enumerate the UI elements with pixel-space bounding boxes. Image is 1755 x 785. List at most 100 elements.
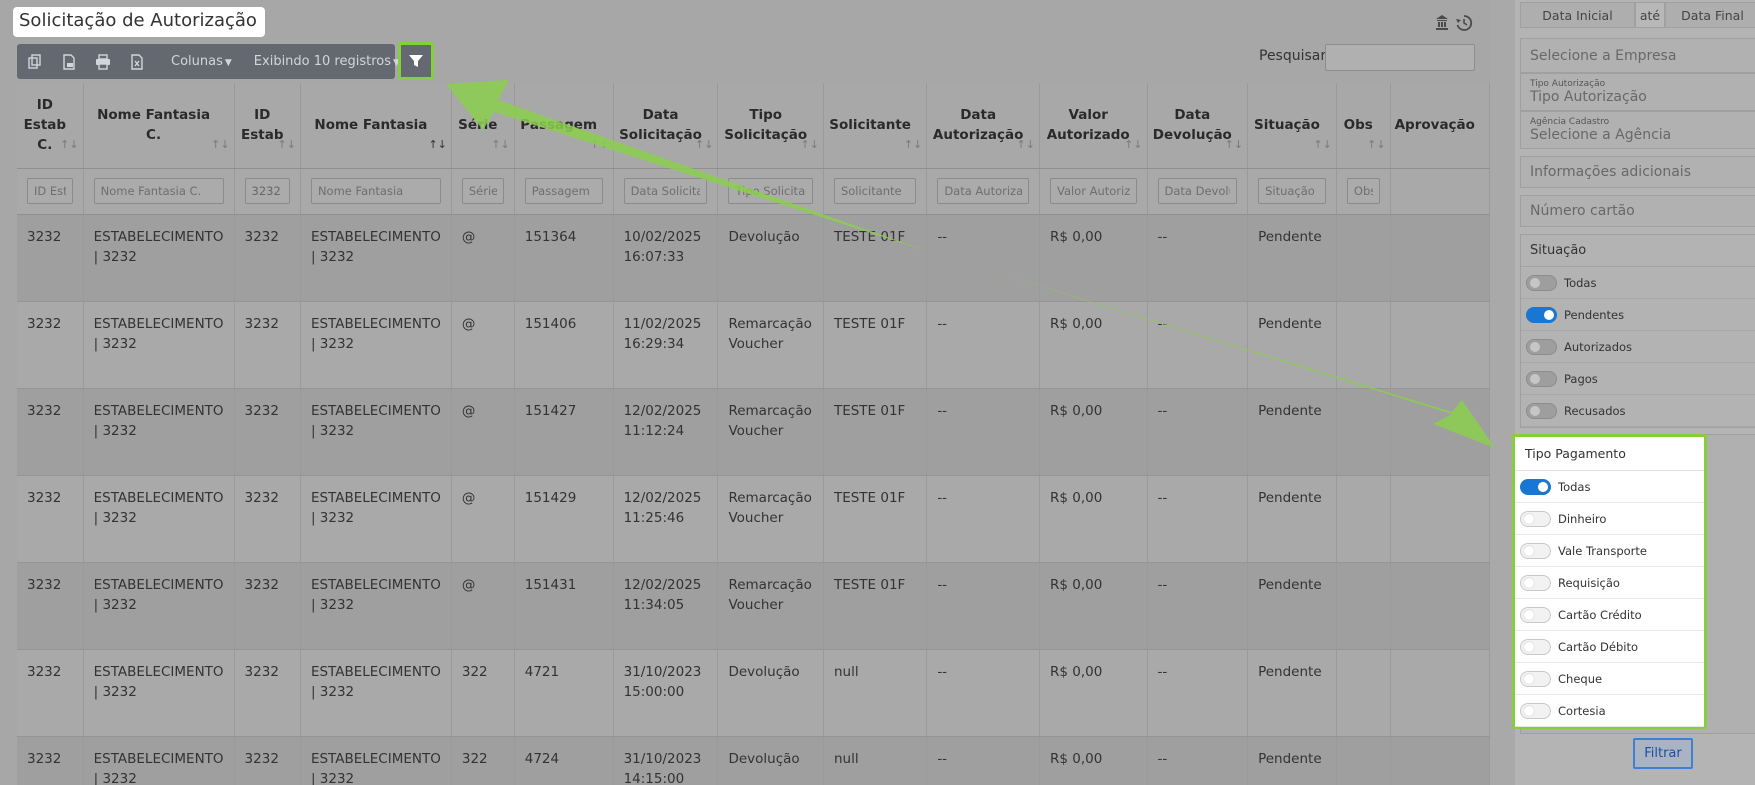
date-start-field[interactable]: Data Inicial xyxy=(1520,2,1635,28)
toggle-label: Cartão Crédito xyxy=(1558,607,1642,622)
sort-icon[interactable]: ↑↓ xyxy=(1017,135,1035,155)
table-row[interactable]: 3232 ESTABELECIMENTO | 3232 3232 ESTABELECI… xyxy=(17,301,1490,389)
toggle-switch[interactable] xyxy=(1520,478,1551,495)
search-input[interactable] xyxy=(1325,44,1475,71)
sort-icon[interactable]: ↑↓ xyxy=(695,135,713,155)
toggle-switch[interactable] xyxy=(1526,274,1557,291)
column-header[interactable]: ID Estab ↑↓ xyxy=(234,83,301,169)
sort-icon[interactable]: ↑↓ xyxy=(590,135,608,155)
records-dropdown[interactable]: Exibindo 10 registros ▼ xyxy=(254,54,400,69)
column-header[interactable]: Nome Fantasia C. ↑↓ xyxy=(83,83,235,169)
column-header[interactable]: ID Estab C. ↑↓ xyxy=(17,83,84,169)
toggle-switch[interactable] xyxy=(1526,370,1557,387)
column-filter-input[interactable] xyxy=(310,178,441,204)
toggle-option[interactable]: Cartão Débito xyxy=(1515,631,1704,663)
column-header[interactable]: Obs ↑↓ xyxy=(1336,83,1391,169)
columns-dropdown[interactable]: Colunas ▼ xyxy=(171,54,232,69)
column-header[interactable]: Tipo Solicitação ↑↓ xyxy=(717,83,824,169)
date-end-field[interactable]: Data Final xyxy=(1665,2,1755,28)
sort-icon[interactable]: ↑↓ xyxy=(491,135,509,155)
history-icon[interactable] xyxy=(1455,14,1473,32)
toggle-option[interactable]: Autorizados xyxy=(1521,331,1755,363)
toggle-switch[interactable] xyxy=(1520,510,1551,527)
column-filter-input[interactable] xyxy=(27,178,73,204)
toggle-option[interactable]: Todas xyxy=(1521,267,1755,299)
filtrar-button[interactable]: Filtrar xyxy=(1633,738,1693,769)
table-row[interactable]: 3232 ESTABELECIMENTO | 3232 3232 ESTABELECI… xyxy=(17,562,1490,650)
table-row[interactable]: 3232 ESTABELECIMENTO | 3232 3232 ESTABELECI… xyxy=(17,649,1490,737)
column-filter-input[interactable] xyxy=(93,178,224,204)
toggle-option[interactable]: Pendentes xyxy=(1521,299,1755,331)
toggle-option[interactable]: Cheque xyxy=(1515,663,1704,695)
sort-icon[interactable]: ↑↓ xyxy=(60,135,78,155)
table-row[interactable]: 3232 ESTABELECIMENTO | 3232 3232 ESTABELECI… xyxy=(17,736,1490,785)
sort-icon[interactable]: ↑↓ xyxy=(1367,135,1385,155)
tipo-autorizacao-label: Tipo Autorização xyxy=(1530,79,1606,89)
column-header[interactable]: Aprovação xyxy=(1390,83,1490,169)
column-filter-input[interactable] xyxy=(1157,178,1238,204)
toggle-switch[interactable] xyxy=(1520,606,1551,623)
agencia-select[interactable]: Agência Cadastro Selecione a Agência xyxy=(1520,111,1755,149)
column-filter-input[interactable] xyxy=(1346,178,1380,204)
column-filter-input[interactable] xyxy=(623,178,708,204)
toggle-option[interactable]: Pagos xyxy=(1521,363,1755,395)
toggle-option[interactable]: Requisição xyxy=(1515,567,1704,599)
toggle-switch[interactable] xyxy=(1520,670,1551,687)
toggle-option[interactable]: Cortesia xyxy=(1515,695,1704,727)
table-cell: R$ 0,00 xyxy=(1039,301,1148,389)
toggle-option[interactable]: Recusados xyxy=(1521,395,1755,427)
print-icon[interactable] xyxy=(95,53,111,70)
sort-icon[interactable]: ↑↓ xyxy=(1124,135,1142,155)
column-filter-input[interactable] xyxy=(244,178,290,204)
column-header[interactable]: Nome Fantasia ↑↓ xyxy=(300,83,452,169)
toggle-switch[interactable] xyxy=(1520,574,1551,591)
column-filter-cell xyxy=(234,168,301,215)
sort-icon[interactable]: ↑↓ xyxy=(278,135,296,155)
column-filter-input[interactable] xyxy=(833,178,917,204)
toggle-switch[interactable] xyxy=(1526,338,1557,355)
sort-icon[interactable]: ↑↓ xyxy=(1313,135,1331,155)
monument-icon[interactable] xyxy=(1433,14,1451,32)
toggle-switch[interactable] xyxy=(1520,702,1551,719)
excel-export-icon[interactable] xyxy=(129,53,145,70)
column-header[interactable]: Situação ↑↓ xyxy=(1247,83,1337,169)
column-header[interactable]: Data Solicitação ↑↓ xyxy=(613,83,719,169)
sort-icon[interactable]: ↑↓ xyxy=(801,135,819,155)
caret-down-icon: ▼ xyxy=(224,58,232,68)
sort-icon[interactable]: ↑↓ xyxy=(1225,135,1243,155)
column-header[interactable]: Data Autorização ↑↓ xyxy=(926,83,1040,169)
info-adicionais-input[interactable]: Informações adicionais xyxy=(1520,156,1755,188)
column-filter-input[interactable] xyxy=(728,178,813,204)
toggle-option[interactable]: Todas xyxy=(1515,471,1704,503)
tipo-autorizacao-select[interactable]: Tipo Autorização Tipo Autorização xyxy=(1520,73,1755,111)
column-filter-input[interactable] xyxy=(1258,178,1326,204)
toggle-switch[interactable] xyxy=(1526,306,1557,323)
table-row[interactable]: 3232 ESTABELECIMENTO | 3232 3232 ESTABELECI… xyxy=(17,214,1490,302)
column-header[interactable]: Valor Autorizado ↑↓ xyxy=(1039,83,1148,169)
sort-icon[interactable]: ↑↓ xyxy=(904,135,922,155)
table-row[interactable]: 3232 ESTABELECIMENTO | 3232 3232 ESTABELECI… xyxy=(17,475,1490,563)
column-header[interactable]: Data Devolução ↑↓ xyxy=(1147,83,1249,169)
toggle-option[interactable]: Cartão Crédito xyxy=(1515,599,1704,631)
column-header[interactable]: Passagem ↑↓ xyxy=(514,83,614,169)
table-row[interactable]: 3232 ESTABELECIMENTO | 3232 3232 ESTABELECI… xyxy=(17,388,1490,476)
toggle-switch[interactable] xyxy=(1520,638,1551,655)
filter-toggle-button[interactable] xyxy=(398,42,434,80)
toggle-option[interactable]: Dinheiro xyxy=(1515,503,1704,535)
column-filter-input[interactable] xyxy=(1049,178,1137,204)
toggle-switch[interactable] xyxy=(1520,542,1551,559)
table-cell: -- xyxy=(1147,562,1249,650)
column-filter-input[interactable] xyxy=(524,178,603,204)
sort-icon[interactable]: ↑↓ xyxy=(211,135,229,155)
sort-asc-icon[interactable]: ↑↓ xyxy=(428,135,446,155)
toggle-switch[interactable] xyxy=(1526,402,1557,419)
empresa-select[interactable]: Selecione a Empresa xyxy=(1520,38,1755,73)
column-header[interactable]: Solicitante ↑↓ xyxy=(823,83,928,169)
toggle-option[interactable]: Vale Transporte xyxy=(1515,535,1704,567)
column-filter-input[interactable] xyxy=(937,178,1029,204)
column-filter-input[interactable] xyxy=(461,178,504,204)
column-header[interactable]: Série ↑↓ xyxy=(451,83,515,169)
csv-export-icon[interactable] xyxy=(61,53,77,70)
copy-icon[interactable] xyxy=(27,53,43,70)
numero-cartao-input[interactable]: Número cartão xyxy=(1520,195,1755,227)
